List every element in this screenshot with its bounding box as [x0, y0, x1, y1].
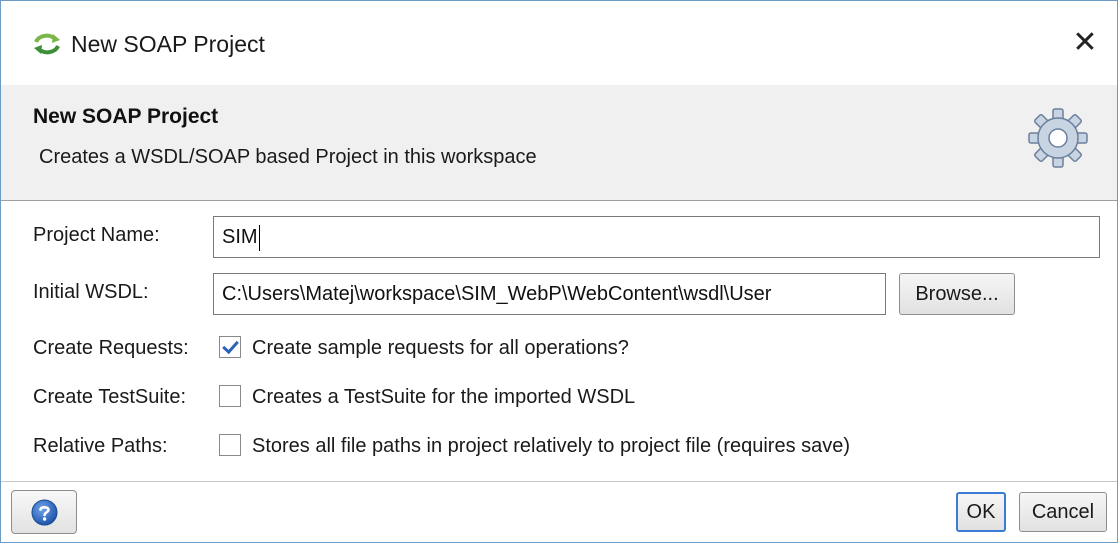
close-button[interactable]: ✕	[1065, 23, 1105, 63]
title-bar: New SOAP Project ✕	[1, 1, 1117, 85]
banner-description: Creates a WSDL/SOAP based Project in thi…	[39, 146, 537, 168]
project-name-input[interactable]: SIM	[213, 216, 1100, 258]
relative-paths-label: Relative Paths:	[33, 435, 168, 457]
project-name-value: SIM	[222, 226, 258, 248]
create-requests-checkbox[interactable]	[219, 336, 241, 358]
close-icon: ✕	[1072, 26, 1098, 59]
gear-icon	[1028, 108, 1088, 168]
browse-button[interactable]: Browse...	[899, 273, 1015, 315]
soapui-arrows-icon	[34, 33, 60, 55]
window-title: New SOAP Project	[71, 31, 265, 57]
help-button[interactable]	[11, 490, 77, 534]
create-testsuite-checkbox[interactable]	[219, 385, 241, 407]
relative-paths-text: Stores all file paths in project relativ…	[252, 435, 851, 457]
cancel-button[interactable]: Cancel	[1019, 492, 1107, 532]
create-requests-text: Create sample requests for all operation…	[252, 337, 629, 359]
create-testsuite-label: Create TestSuite:	[33, 386, 187, 408]
help-icon	[31, 499, 58, 526]
initial-wsdl-label: Initial WSDL:	[33, 281, 149, 303]
initial-wsdl-value: C:\Users\Matej\workspace\SIM_WebP\WebCon…	[222, 283, 772, 305]
create-requests-label: Create Requests:	[33, 337, 189, 359]
text-caret	[258, 224, 260, 251]
header-banner: New SOAP Project Creates a WSDL/SOAP bas…	[1, 85, 1117, 201]
create-testsuite-text: Creates a TestSuite for the imported WSD…	[252, 386, 636, 408]
initial-wsdl-input[interactable]: C:\Users\Matej\workspace\SIM_WebP\WebCon…	[213, 273, 886, 315]
banner-title: New SOAP Project	[33, 105, 219, 128]
dialog-footer: OK Cancel	[1, 481, 1117, 542]
ok-button[interactable]: OK	[956, 492, 1006, 532]
new-soap-project-dialog: New SOAP Project ✕ New SOAP Project Crea…	[0, 0, 1118, 543]
relative-paths-checkbox[interactable]	[219, 434, 241, 456]
project-name-label: Project Name:	[33, 224, 160, 246]
